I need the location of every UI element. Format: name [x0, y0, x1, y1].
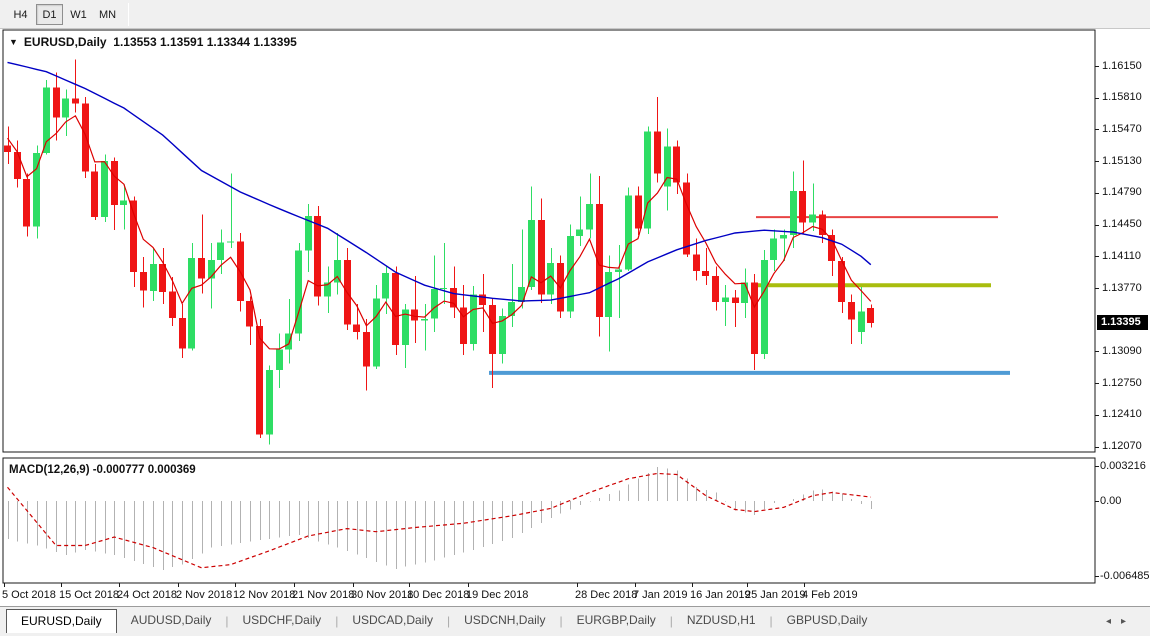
macd-axis-label: 0.003216 [1100, 460, 1146, 472]
tab-eurgbp-daily[interactable]: EURGBP,Daily [563, 609, 670, 633]
timeframe-button-w1[interactable]: W1 [65, 4, 92, 25]
macd-indicator-label: MACD(12,26,9) -0.000777 0.000369 [9, 464, 196, 476]
tab-usdchf-daily[interactable]: USDCHF,Daily [229, 609, 336, 633]
toolbar-separator [128, 3, 129, 26]
date-axis-label: 25 Jan 2019 [745, 589, 806, 601]
price-axis-label: 1.12410 [1102, 408, 1142, 420]
price-axis-label: 1.14790 [1102, 186, 1142, 198]
price-chart-canvas[interactable] [0, 29, 1150, 606]
symbol-ohlc-text: EURUSD,Daily 1.13553 1.13591 1.13344 1.1… [24, 35, 297, 49]
tab-nzdusd-h1[interactable]: NZDUSD,H1 [673, 609, 770, 633]
price-axis-label: 1.16150 [1102, 60, 1142, 72]
price-axis-label: 1.12070 [1102, 440, 1142, 452]
price-axis-label: 1.13770 [1102, 282, 1142, 294]
date-axis-label: 10 Dec 2018 [407, 589, 469, 601]
current-price-badge: 1.13395 [1097, 315, 1148, 330]
timeframe-button-d1[interactable]: D1 [36, 4, 63, 25]
tab-scroll-arrows[interactable]: ◂▸ [1106, 616, 1136, 627]
tab-eurusd-daily[interactable]: EURUSD,Daily [6, 609, 117, 633]
tab-scroll-left-icon[interactable]: ◂ [1106, 616, 1121, 627]
price-axis-label: 1.12750 [1102, 377, 1142, 389]
tab-gbpusd-daily[interactable]: GBPUSD,Daily [773, 609, 882, 633]
price-axis-label: 1.14450 [1102, 218, 1142, 230]
timeframe-button-h4[interactable]: H4 [7, 4, 34, 25]
tab-audusd-daily[interactable]: AUDUSD,Daily [117, 609, 226, 633]
terminal-window: H4D1W1MN ▼ EURUSD,Daily 1.13553 1.13591 1… [0, 0, 1150, 636]
date-axis-label: 21 Nov 2018 [292, 589, 354, 601]
symbol-title: ▼ EURUSD,Daily 1.13553 1.13591 1.13344 1.… [9, 35, 297, 49]
chart-client-area[interactable]: ▼ EURUSD,Daily 1.13553 1.13591 1.13344 1.… [0, 29, 1150, 606]
date-axis-label: 4 Feb 2019 [802, 589, 858, 601]
chart-dropdown-icon[interactable]: ▼ [9, 37, 18, 47]
date-axis-label: 15 Oct 2018 [59, 589, 119, 601]
price-axis-label: 1.14110 [1102, 250, 1141, 262]
macd-axis-label: -0.006485 [1100, 570, 1150, 582]
price-axis-label: 1.15130 [1102, 155, 1142, 167]
price-axis-label: 1.15470 [1102, 123, 1142, 135]
tab-usdcad-daily[interactable]: USDCAD,Daily [338, 609, 447, 633]
timeframe-toolbar: H4D1W1MN [0, 0, 1150, 29]
date-axis-label: 28 Dec 2018 [575, 589, 637, 601]
tab-usdcnh-daily[interactable]: USDCNH,Daily [450, 609, 559, 633]
date-axis-label: 19 Dec 2018 [466, 589, 528, 601]
date-axis-label: 5 Oct 2018 [2, 589, 56, 601]
date-axis-label: 16 Jan 2019 [690, 589, 751, 601]
chart-frames [3, 30, 1095, 583]
date-axis-label: 12 Nov 2018 [233, 589, 295, 601]
price-axis-label: 1.13090 [1102, 345, 1142, 357]
macd-axis-label: 0.00 [1100, 495, 1121, 507]
timeframe-button-mn[interactable]: MN [94, 4, 121, 25]
chart-tab-bar: EURUSD,DailyAUDUSD,Daily|USDCHF,Daily|US… [0, 606, 1150, 636]
date-axis-label: 7 Jan 2019 [633, 589, 687, 601]
date-axis-label: 30 Nov 2018 [351, 589, 413, 601]
price-axis-label: 1.15810 [1102, 91, 1142, 103]
date-axis-label: 2 Nov 2018 [176, 589, 232, 601]
date-axis-label: 24 Oct 2018 [117, 589, 177, 601]
tab-scroll-right-icon[interactable]: ▸ [1121, 616, 1136, 627]
